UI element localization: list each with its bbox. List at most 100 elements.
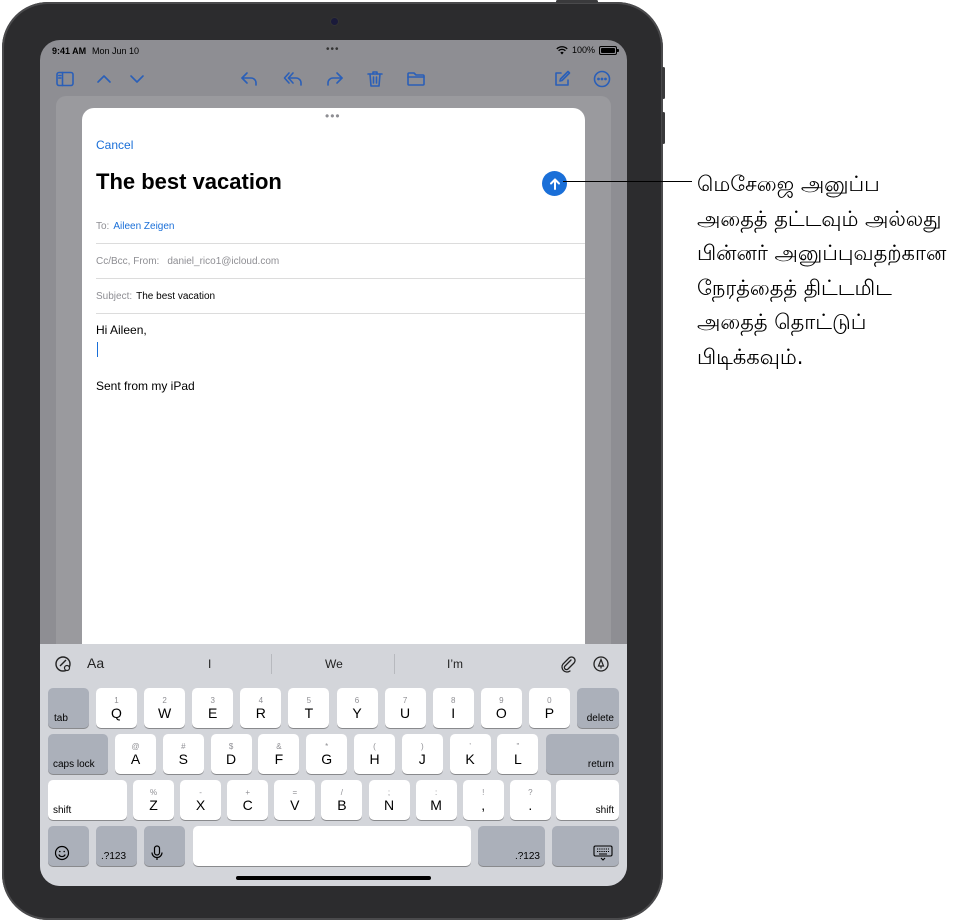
key-r2-0[interactable]: @ A — [115, 734, 156, 774]
sheet-grabber[interactable]: ••• — [325, 110, 341, 122]
key-r3-5[interactable]: ; N — [368, 780, 410, 820]
key-r2-2[interactable]: $ D — [210, 734, 252, 774]
delete-key[interactable]: delete — [577, 688, 619, 728]
body-signature[interactable]: Sent from my iPad — [96, 379, 195, 393]
cancel-button[interactable]: Cancel — [96, 138, 133, 152]
key-alt-label: * — [325, 741, 329, 751]
reply-icon[interactable] — [238, 68, 260, 90]
key-r2-8[interactable]: " L — [497, 734, 539, 774]
key-alt-label: + — [245, 787, 251, 797]
numbers-key-left[interactable]: .?123 — [96, 826, 137, 866]
shift-key-left[interactable]: shift — [48, 780, 127, 820]
forward-icon[interactable] — [324, 68, 346, 90]
key-label: . — [528, 796, 533, 813]
dictation-key[interactable] — [144, 826, 185, 866]
keyboard-dismiss-icon — [593, 845, 613, 861]
subject-field[interactable]: Subject: The best vacation — [96, 280, 585, 314]
writing-tools-icon[interactable] — [54, 655, 72, 673]
key-alt-label: 0 — [547, 695, 552, 705]
more-icon[interactable] — [591, 68, 613, 90]
reply-all-icon[interactable] — [282, 68, 304, 90]
compose-icon[interactable] — [551, 68, 573, 90]
sidebar-icon[interactable] — [54, 68, 76, 90]
to-recipient[interactable]: Aileen Zeigen — [113, 221, 174, 232]
from-address[interactable]: daniel_rico1@icloud.com — [167, 256, 279, 267]
key-label: X — [195, 796, 206, 813]
key-r3-0[interactable]: % Z — [133, 780, 174, 820]
home-indicator[interactable] — [236, 876, 431, 880]
dismiss-keyboard-key[interactable] — [552, 826, 619, 866]
key-label: A — [130, 750, 141, 767]
key-label: K — [465, 750, 475, 767]
key-r1-2[interactable]: 3E — [192, 688, 234, 728]
callout-leader-line — [563, 181, 692, 182]
key-alt-label: ! — [482, 787, 485, 797]
return-key[interactable]: return — [546, 734, 619, 774]
ccbcc-from-field[interactable]: Cc/Bcc, From: daniel_rico1@icloud.com — [96, 245, 585, 279]
top-button — [556, 0, 598, 3]
key-label: H — [369, 750, 380, 767]
folder-icon[interactable] — [405, 68, 427, 90]
key-r2-6[interactable]: ) J — [401, 734, 443, 774]
numbers-key-right[interactable]: .?123 — [478, 826, 545, 866]
caps-lock-key[interactable]: caps lock — [48, 734, 108, 774]
key-r1-4[interactable]: 5T — [288, 688, 330, 728]
key-r3-2[interactable]: + C — [227, 780, 269, 820]
key-label: N — [383, 796, 395, 813]
chevron-down-icon[interactable] — [126, 68, 148, 90]
trash-icon[interactable] — [364, 68, 386, 90]
key-alt-label: ( — [373, 741, 376, 751]
key-alt-label: & — [276, 741, 282, 751]
suggestion-1[interactable]: I — [208, 657, 211, 671]
key-r2-7[interactable]: ’ K — [449, 734, 491, 774]
key-r1-8[interactable]: 9O — [480, 688, 522, 728]
key-r2-1[interactable]: # S — [162, 734, 204, 774]
format-button[interactable]: Aa — [87, 655, 104, 671]
key-alt-label: 1 — [114, 695, 119, 705]
key-r1-5[interactable]: 6Y — [336, 688, 378, 728]
key-alt-label: % — [149, 787, 158, 797]
key-label: L — [513, 750, 522, 767]
key-label: W — [157, 704, 172, 721]
suggestion-3[interactable]: I’m — [447, 657, 463, 671]
key-alt-label: - — [199, 787, 202, 797]
key-label: F — [274, 750, 284, 767]
key-r3-8[interactable]: ?. — [509, 780, 551, 820]
key-label: J — [418, 750, 426, 767]
key-r1-0[interactable]: 1Q — [96, 688, 137, 728]
microphone-icon — [151, 845, 163, 860]
shift-key-right[interactable]: shift — [556, 780, 619, 820]
key-r3-1[interactable]: -X — [180, 780, 222, 820]
status-time: 9:41 AM — [52, 46, 87, 56]
key-r3-7[interactable]: !, — [462, 780, 504, 820]
key-r1-1[interactable]: 2W — [144, 688, 186, 728]
emoji-key[interactable] — [48, 826, 89, 866]
emoji-icon — [54, 845, 70, 861]
to-field[interactable]: To: Aileen Zeigen — [96, 210, 585, 244]
key-r3-3[interactable]: = V — [274, 780, 316, 820]
key-r3-4[interactable]: / B — [321, 780, 363, 820]
key-r1-9[interactable]: 0P — [528, 688, 570, 728]
space-key[interactable] — [193, 826, 471, 866]
multitasking-dots[interactable]: ••• — [326, 44, 340, 55]
key-alt-label: ; — [387, 787, 391, 797]
tab-key[interactable]: tab — [48, 688, 89, 728]
markup-pen-icon[interactable] — [592, 655, 610, 673]
subject-value[interactable]: The best vacation — [136, 291, 215, 302]
key-r2-5[interactable]: (H — [354, 734, 395, 774]
suggestion-divider — [271, 654, 272, 674]
to-label: To: — [96, 221, 110, 232]
send-button[interactable] — [542, 171, 567, 196]
key-r1-6[interactable]: 7U — [384, 688, 426, 728]
chevron-up-icon[interactable] — [93, 68, 115, 90]
key-r1-7[interactable]: 8I — [432, 688, 474, 728]
keyboard: tab 1Q2W3E4R5T6Y7U8I9O0P delete caps loc… — [40, 684, 627, 886]
key-r2-3[interactable]: & F — [258, 734, 300, 774]
body-greeting[interactable]: Hi Aileen, — [96, 323, 147, 337]
paperclip-icon[interactable] — [559, 655, 577, 673]
key-r2-4[interactable]: * G — [306, 734, 348, 774]
key-r3-6[interactable]: :M — [415, 780, 457, 820]
suggestion-2[interactable]: We — [325, 657, 343, 671]
ccbcc-label: Cc/Bcc, From: — [96, 256, 160, 267]
key-r1-3[interactable]: 4R — [240, 688, 282, 728]
